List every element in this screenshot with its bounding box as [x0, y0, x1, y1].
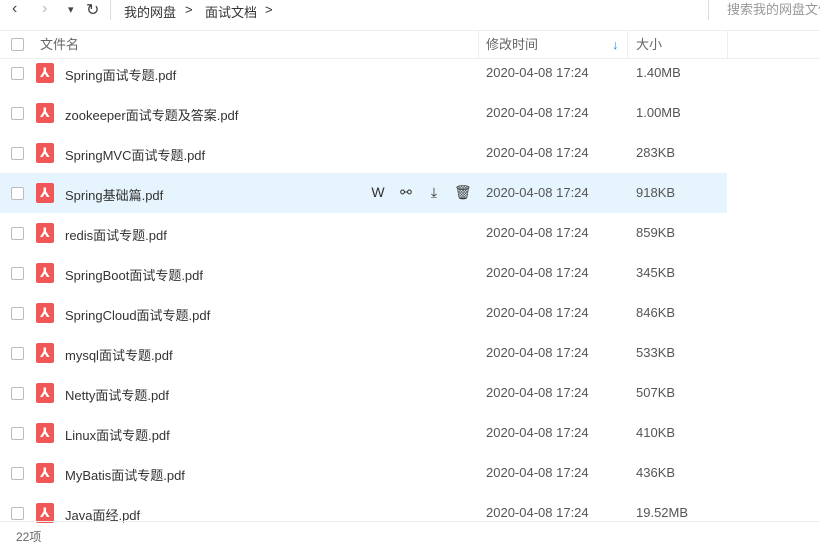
file-row[interactable]: ⅄ Spring基础篇.pdf 2020-04-08 17:24 918KB W ⚯… — [0, 173, 727, 213]
file-size: 1.40MB — [636, 65, 681, 80]
row-checkbox[interactable] — [11, 147, 24, 160]
file-row[interactable]: ⅄ SpringMVC面试专题.pdf 2020-04-08 17:24 283… — [0, 133, 727, 173]
file-name[interactable]: MyBatis面试专题.pdf — [65, 465, 185, 484]
file-date: 2020-04-08 17:24 — [486, 345, 589, 360]
pdf-file-icon: ⅄ — [36, 263, 54, 283]
file-row[interactable]: ⅄ Netty面试专题.pdf 2020-04-08 17:24 507KB — [0, 373, 727, 413]
pdf-file-icon: ⅄ — [36, 143, 54, 163]
row-checkbox[interactable] — [11, 107, 24, 120]
file-name[interactable]: SpringBoot面试专题.pdf — [65, 265, 203, 284]
breadcrumb-separator: > — [265, 2, 273, 17]
file-date: 2020-04-08 17:24 — [486, 505, 589, 520]
file-date: 2020-04-08 17:24 — [486, 105, 589, 120]
divider — [110, 0, 111, 20]
pdf-file-icon: ⅄ — [36, 463, 54, 483]
file-name[interactable]: zookeeper面试专题及答案.pdf — [65, 105, 238, 124]
file-date: 2020-04-08 17:24 — [486, 185, 589, 200]
pdf-file-icon: ⅄ — [36, 303, 54, 323]
file-size: 436KB — [636, 465, 676, 480]
pdf-file-icon: ⅄ — [36, 63, 54, 83]
file-size: 283KB — [636, 145, 676, 160]
file-date: 2020-04-08 17:24 — [486, 465, 589, 480]
file-name[interactable]: Linux面试专题.pdf — [65, 425, 170, 444]
file-row[interactable]: ⅄ SpringBoot面试专题.pdf 2020-04-08 17:24 34… — [0, 253, 727, 293]
file-row[interactable]: ⅄ redis面试专题.pdf 2020-04-08 17:24 859KB — [0, 213, 727, 253]
row-checkbox[interactable] — [11, 347, 24, 360]
file-row[interactable]: ⅄ MyBatis面试专题.pdf 2020-04-08 17:24 436KB — [0, 453, 727, 493]
delete-icon[interactable]: 🗑 — [454, 183, 472, 201]
back-button[interactable]: ‹ — [12, 0, 17, 18]
breadcrumb-home[interactable]: 我的网盘 — [124, 2, 176, 21]
file-name[interactable]: SpringCloud面试专题.pdf — [65, 305, 210, 324]
file-name[interactable]: Spring基础篇.pdf — [65, 185, 163, 204]
pdf-file-icon: ⅄ — [36, 103, 54, 123]
file-date: 2020-04-08 17:24 — [486, 225, 589, 240]
file-size: 533KB — [636, 345, 676, 360]
file-row[interactable]: ⅄ Linux面试专题.pdf 2020-04-08 17:24 410KB — [0, 413, 727, 453]
file-date: 2020-04-08 17:24 — [486, 305, 589, 320]
file-name[interactable]: Spring面试专题.pdf — [65, 65, 176, 84]
file-row[interactable]: ⅄ SpringCloud面试专题.pdf 2020-04-08 17:24 8… — [0, 293, 727, 333]
download-icon[interactable]: ⤓ — [426, 183, 442, 201]
toolbar: ‹ › ▾ ↻ 我的网盘 > 面试文档 > 搜索我的网盘文件 — [0, 0, 820, 22]
file-size: 410KB — [636, 425, 676, 440]
file-date: 2020-04-08 17:24 — [486, 385, 589, 400]
file-date: 2020-04-08 17:24 — [486, 65, 589, 80]
file-size: 345KB — [636, 265, 676, 280]
row-checkbox[interactable] — [11, 387, 24, 400]
share-icon[interactable]: ⚯ — [398, 183, 414, 201]
file-name[interactable]: SpringMVC面试专题.pdf — [65, 145, 205, 164]
select-all-checkbox[interactable] — [11, 38, 24, 51]
row-checkbox[interactable] — [11, 507, 24, 520]
row-actions: W ⚯ ⤓ 🗑 — [370, 183, 472, 201]
search-input[interactable]: 搜索我的网盘文件 — [708, 0, 820, 20]
item-count: 22项 — [16, 530, 42, 544]
file-date: 2020-04-08 17:24 — [486, 265, 589, 280]
forward-button[interactable]: › — [42, 0, 47, 18]
history-dropdown-icon[interactable]: ▾ — [68, 3, 74, 16]
row-checkbox[interactable] — [11, 227, 24, 240]
pdf-file-icon: ⅄ — [36, 223, 54, 243]
file-size: 19.52MB — [636, 505, 689, 520]
file-size: 507KB — [636, 385, 676, 400]
refresh-button[interactable]: ↻ — [86, 0, 99, 20]
row-checkbox[interactable] — [11, 467, 24, 480]
file-name[interactable]: Netty面试专题.pdf — [65, 385, 169, 404]
row-checkbox[interactable] — [11, 307, 24, 320]
file-size: 859KB — [636, 225, 676, 240]
column-divider — [727, 31, 728, 59]
row-checkbox[interactable] — [11, 427, 24, 440]
status-bar: 22项 — [0, 521, 820, 547]
row-checkbox[interactable] — [11, 267, 24, 280]
file-size: 918KB — [636, 185, 676, 200]
pdf-file-icon: ⅄ — [36, 383, 54, 403]
file-size: 1.00MB — [636, 105, 681, 120]
word-convert-icon[interactable]: W — [370, 183, 386, 201]
file-name[interactable]: mysql面试专题.pdf — [65, 345, 173, 364]
pdf-file-icon: ⅄ — [36, 183, 54, 203]
pdf-file-icon: ⅄ — [36, 503, 54, 523]
pdf-file-icon: ⅄ — [36, 343, 54, 363]
file-row[interactable]: ⅄ zookeeper面试专题及答案.pdf 2020-04-08 17:24 … — [0, 93, 727, 133]
file-date: 2020-04-08 17:24 — [486, 145, 589, 160]
breadcrumb-current[interactable]: 面试文档 — [205, 2, 257, 21]
file-date: 2020-04-08 17:24 — [486, 425, 589, 440]
file-size: 846KB — [636, 305, 676, 320]
file-name[interactable]: redis面试专题.pdf — [65, 225, 167, 244]
breadcrumb-separator: > — [185, 2, 193, 17]
pdf-file-icon: ⅄ — [36, 423, 54, 443]
row-checkbox[interactable] — [11, 67, 24, 80]
file-row[interactable]: ⅄ Spring面试专题.pdf 2020-04-08 17:24 1.40MB — [0, 53, 727, 93]
row-checkbox[interactable] — [11, 187, 24, 200]
file-row[interactable]: ⅄ mysql面试专题.pdf 2020-04-08 17:24 533KB — [0, 333, 727, 373]
